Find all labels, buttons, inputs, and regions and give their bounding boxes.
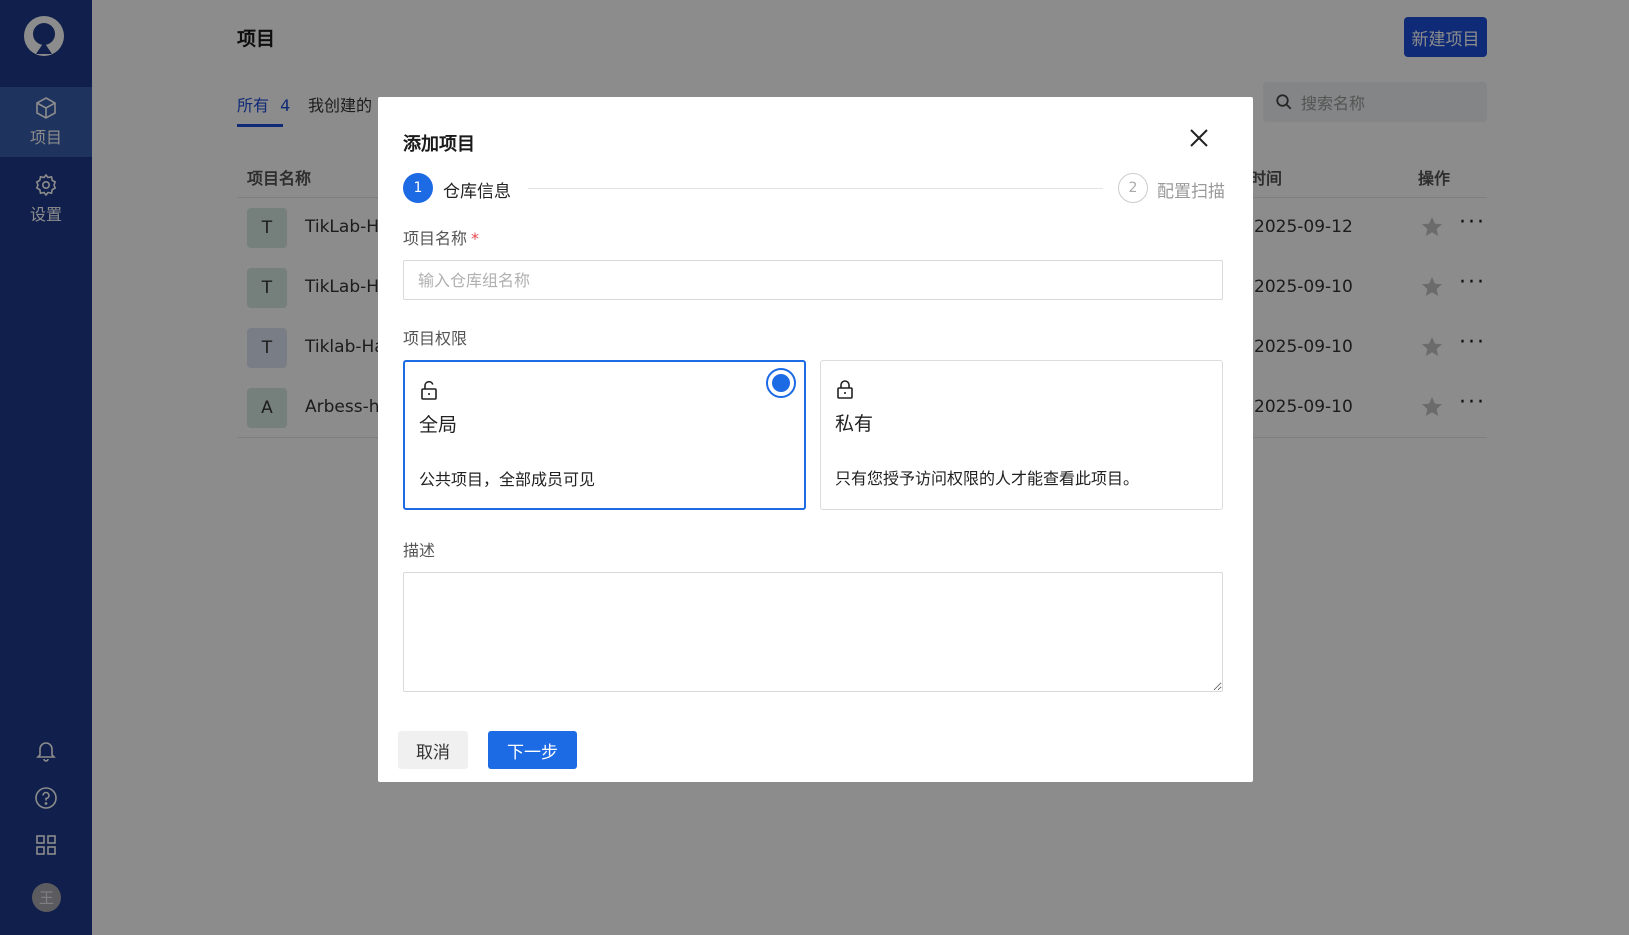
step-number: 2 xyxy=(1118,173,1148,203)
permission-label: 项目权限 xyxy=(403,329,468,348)
dialog-title: 添加项目 xyxy=(403,134,475,155)
permission-option-public[interactable]: 全局 公共项目，全部成员可见 xyxy=(403,360,806,510)
description-label: 描述 xyxy=(403,541,436,560)
step-label: 仓库信息 xyxy=(443,182,511,202)
close-icon[interactable] xyxy=(1188,127,1210,149)
option-title: 私有 xyxy=(835,413,874,435)
cancel-button[interactable]: 取消 xyxy=(398,731,468,769)
description-textarea[interactable] xyxy=(403,572,1223,692)
radio-selected-icon[interactable] xyxy=(766,368,796,398)
option-description: 公共项目，全部成员可见 xyxy=(419,470,596,489)
step-connector xyxy=(528,188,1103,189)
label-text: 项目名称 xyxy=(403,229,468,248)
step-number: 1 xyxy=(403,173,433,203)
option-description: 只有您授予访问权限的人才能查看此项目。 xyxy=(835,469,1140,488)
lock-icon xyxy=(837,380,853,399)
add-project-dialog: 添加项目 1 仓库信息 2 配置扫描 项目名称* 项目权限 全局 公共项目，全部… xyxy=(378,97,1253,782)
required-mark: * xyxy=(471,229,480,248)
project-name-label: 项目名称 * xyxy=(403,225,479,249)
unlock-icon xyxy=(421,380,437,400)
project-name-input[interactable] xyxy=(403,260,1223,300)
step-label: 配置扫描 xyxy=(1157,182,1225,202)
permission-option-private[interactable]: 私有 只有您授予访问权限的人才能查看此项目。 xyxy=(820,360,1223,510)
next-step-button[interactable]: 下一步 xyxy=(488,731,577,769)
option-title: 全局 xyxy=(419,414,458,436)
